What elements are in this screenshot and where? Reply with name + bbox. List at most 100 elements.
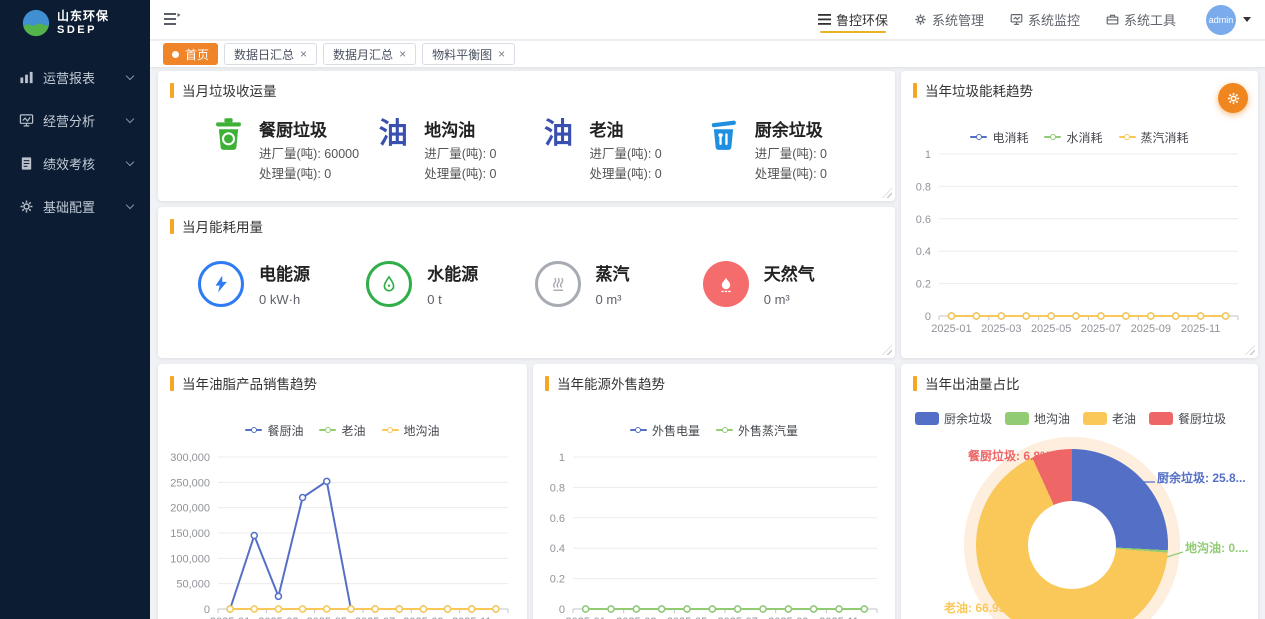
svg-text:0.6: 0.6: [916, 214, 931, 226]
legend-item[interactable]: 地沟油: [1005, 410, 1070, 427]
legend-item[interactable]: 地沟油: [382, 422, 440, 439]
monitor-icon: [1010, 13, 1023, 26]
legend-item[interactable]: 厨余垃圾: [915, 410, 992, 427]
sidebar-item-performance-review[interactable]: 绩效考核: [0, 142, 150, 185]
brand-name-cn: 山东环保: [57, 10, 109, 24]
chart-legend: 电消耗水消耗蒸汽消耗: [901, 128, 1258, 146]
close-icon[interactable]: ×: [300, 47, 307, 61]
stat-processed: 处理量(吨): 0: [259, 164, 359, 184]
svg-text:0.6: 0.6: [550, 513, 565, 525]
bar-chart-icon: [19, 70, 34, 85]
title-accent-bar: [170, 376, 174, 391]
legend-item[interactable]: 蒸汽消耗: [1119, 129, 1189, 146]
tab-home[interactable]: 首页: [163, 43, 218, 65]
chart-legend: 外售电量外售蒸汽量: [533, 421, 895, 439]
svg-text:0.4: 0.4: [550, 543, 565, 555]
legend-item[interactable]: 外售蒸汽量: [716, 422, 798, 439]
energy-stats-row: 电能源 0 kW·h 水能源 0 t 蒸汽 0 m³: [158, 240, 895, 307]
svg-text:50,000: 50,000: [176, 579, 210, 591]
sidebar-item-label: 基础配置: [43, 197, 95, 216]
card-yearly-energy-sales-trend: 当年能源外售趋势 外售电量外售蒸汽量 00.20.40.60.812025-01…: [533, 364, 895, 619]
gear-icon: [1226, 91, 1241, 106]
tab-label: 数据月汇总: [333, 46, 393, 63]
chart-settings-button[interactable]: [1218, 83, 1248, 113]
avatar[interactable]: admin: [1206, 5, 1236, 35]
gas-icon: [703, 261, 749, 307]
stat-kitchen-waste: 餐厨垃圾 进厂量(吨): 60000 处理量(吨): 0: [210, 116, 375, 184]
chevron-down-icon: [126, 158, 134, 166]
donut-chart: 厨余垃圾: 25.8...地沟油: 0....老油: 66.93%餐厨垃圾: 6…: [901, 429, 1258, 619]
chevron-down-icon: [126, 72, 134, 80]
top-header: 鲁控环保 系统管理 系统监控 系统工具 admin: [150, 0, 1265, 40]
title-accent-bar: [545, 376, 549, 391]
close-icon[interactable]: ×: [498, 47, 505, 61]
stat-steam: 蒸汽 0 m³: [535, 260, 703, 307]
legend-item[interactable]: 老油: [1083, 410, 1136, 427]
stat-name: 老油: [590, 116, 662, 141]
legend-item[interactable]: 老油: [319, 422, 365, 439]
resize-handle-icon[interactable]: [882, 345, 892, 355]
svg-text:250,000: 250,000: [170, 477, 210, 489]
svg-text:100,000: 100,000: [170, 553, 210, 565]
electric-icon: [198, 261, 244, 307]
tab-data-daily-summary[interactable]: 数据日汇总 ×: [224, 43, 317, 65]
svg-text:2025-01: 2025-01: [931, 323, 971, 335]
stat-processed: 处理量(吨): 0: [424, 164, 496, 184]
legend-item[interactable]: 电消耗: [970, 129, 1028, 146]
tab-material-balance[interactable]: 物料平衡图 ×: [422, 43, 515, 65]
card-monthly-energy-usage: 当月能耗用量 电能源 0 kW·h 水能源 0 t: [158, 207, 895, 358]
card-title: 当年垃圾能耗趋势: [901, 71, 1258, 104]
header-nav: 鲁控环保 系统管理 系统监控 系统工具 admin: [818, 0, 1251, 39]
stat-intake: 进厂量(吨): 0: [755, 144, 827, 164]
title-accent-bar: [913, 83, 917, 98]
legend-item[interactable]: 水消耗: [1044, 129, 1102, 146]
sidebar-item-business-analysis[interactable]: 经营分析: [0, 99, 150, 142]
sidebar-collapse-button[interactable]: [164, 12, 181, 27]
waste-stats-row: 餐厨垃圾 进厂量(吨): 60000 处理量(吨): 0 油 地沟油 进厂量(吨…: [158, 104, 895, 184]
pie-label: 餐厨垃圾: 6.8%: [968, 447, 1051, 464]
user-menu[interactable]: admin: [1202, 5, 1251, 35]
dashboard-page: 山东环保 SDEP 运营报表 经营分析 绩效考核 基础配置: [0, 0, 1265, 619]
card-yearly-oil-sales-trend: 当年油脂产品销售趋势 餐厨油老油地沟油 050,000100,000150,00…: [158, 364, 527, 619]
donut-slices[interactable]: [976, 449, 1168, 619]
stat-name: 地沟油: [424, 116, 496, 141]
nav-item-system-tools[interactable]: 系统工具: [1106, 0, 1176, 39]
svg-text:2025-05: 2025-05: [1031, 323, 1071, 335]
legend-item[interactable]: 外售电量: [630, 422, 700, 439]
sidebar-item-base-config[interactable]: 基础配置: [0, 185, 150, 228]
stat-intake: 进厂量(吨): 0: [590, 144, 662, 164]
nav-item-label: 鲁控环保: [836, 10, 888, 29]
stat-name: 天然气: [764, 260, 815, 285]
sidebar-item-label: 经营分析: [43, 111, 95, 130]
tab-data-monthly-summary[interactable]: 数据月汇总 ×: [323, 43, 416, 65]
nav-item-system-monitor[interactable]: 系统监控: [1010, 0, 1080, 39]
pie-legend: 厨余垃圾地沟油老油餐厨垃圾: [915, 409, 1258, 427]
svg-text:2025-11: 2025-11: [1181, 323, 1221, 335]
gear-icon: [19, 199, 34, 214]
trash-blue-icon: [706, 116, 742, 157]
svg-text:0.4: 0.4: [916, 246, 931, 258]
pie-label: 老油: 66.93%: [944, 599, 1016, 616]
stat-value: 0 m³: [596, 292, 630, 307]
card-title: 当月能耗用量: [158, 207, 895, 240]
steam-icon: [535, 261, 581, 307]
nav-item-lukong-env[interactable]: 鲁控环保: [818, 0, 888, 39]
legend-item[interactable]: 餐厨油: [245, 422, 303, 439]
resize-handle-icon[interactable]: [882, 188, 892, 198]
stat-processed: 处理量(吨): 0: [590, 164, 662, 184]
nav-item-system-manage[interactable]: 系统管理: [914, 0, 984, 39]
svg-text:0: 0: [204, 604, 210, 616]
sidebar-item-operation-reports[interactable]: 运营报表: [0, 56, 150, 99]
stat-processed: 处理量(吨): 0: [755, 164, 827, 184]
stat-natural-gas: 天然气 0 m³: [703, 260, 871, 307]
list-icon: [818, 14, 831, 25]
tab-bar: 首页 数据日汇总 × 数据月汇总 × 物料平衡图 ×: [150, 41, 1265, 67]
tab-label: 数据日汇总: [234, 46, 294, 63]
svg-text:2025-07: 2025-07: [1081, 323, 1121, 335]
svg-text:1: 1: [925, 149, 931, 161]
sidebar-menu: 运营报表 经营分析 绩效考核 基础配置: [0, 56, 150, 228]
close-icon[interactable]: ×: [399, 47, 406, 61]
legend-item[interactable]: 餐厨垃圾: [1149, 410, 1226, 427]
card-monthly-waste-intake: 当月垃圾收运量 餐厨垃圾 进厂量(吨): 60000 处理量(吨): 0 油 地…: [158, 71, 895, 201]
svg-text:2025-03: 2025-03: [981, 323, 1021, 335]
